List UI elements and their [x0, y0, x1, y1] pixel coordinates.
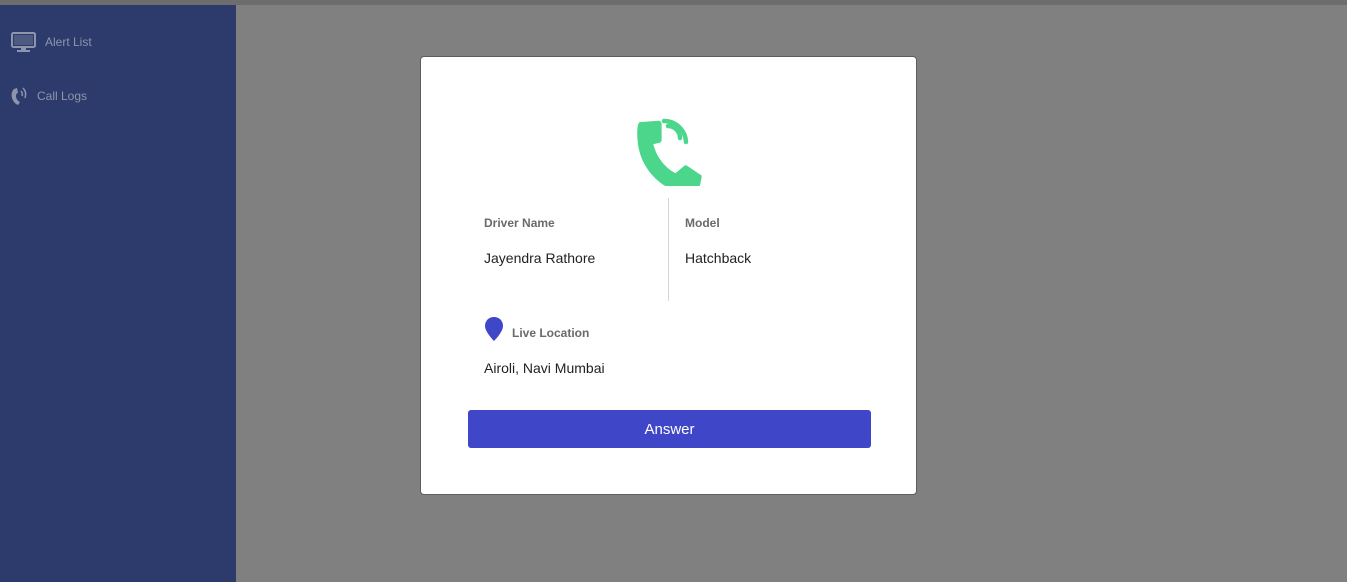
sidebar-item-alert-list[interactable]: Alert List [0, 27, 236, 57]
incoming-call-icon [637, 118, 702, 186]
sidebar-item-label: Alert List [45, 35, 92, 49]
answer-button[interactable]: Answer [468, 410, 871, 448]
sidebar: Alert List Call Logs [0, 5, 236, 582]
live-location-caption: Live Location [512, 326, 590, 340]
location-pin-icon [485, 317, 503, 341]
phone-ringing-icon [11, 87, 27, 105]
column-divider [668, 198, 669, 301]
model-caption: Model [685, 216, 720, 230]
model-value: Hatchback [685, 250, 752, 266]
sidebar-item-call-logs[interactable]: Call Logs [0, 81, 236, 111]
driver-name-value: Jayendra Rathore [484, 250, 596, 266]
sidebar-item-label: Call Logs [37, 89, 88, 103]
live-location-value: Airoli, Navi Mumbai [484, 360, 605, 376]
driver-name-caption: Driver Name [484, 216, 555, 230]
incoming-call-dialog: Driver Name Jayendra Rathore Model Hatch… [420, 56, 917, 495]
monitor-icon [11, 32, 36, 52]
